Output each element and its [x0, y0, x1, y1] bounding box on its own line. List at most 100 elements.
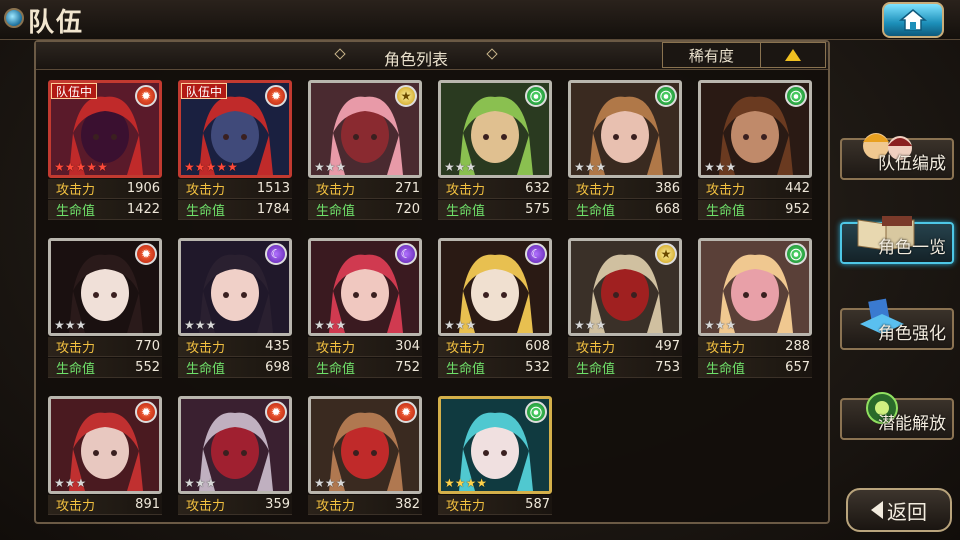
- character-portrait[interactable]: ⦿ ★ ★ ★: [698, 80, 812, 178]
- hp-value: 668: [655, 202, 680, 217]
- star-icon: ★: [584, 318, 596, 332]
- star-icon: ★: [465, 160, 477, 174]
- attack-row: 攻击力 1906: [48, 179, 162, 199]
- star-icon: ★: [335, 160, 347, 174]
- character-portrait[interactable]: ✹ 队伍中 ★ ★ ★ ★ ★: [48, 80, 162, 178]
- attack-label: 攻击力: [576, 341, 616, 356]
- character-list-button[interactable]: 角色一览: [840, 216, 954, 264]
- character-card[interactable]: ✹ ★ ★ ★ 攻击力 359: [178, 396, 292, 515]
- rarity-stars: ★ ★ ★ ★: [444, 477, 487, 489]
- fire-element-icon: ✹: [395, 401, 417, 423]
- attack-value: 304: [395, 339, 420, 354]
- character-card[interactable]: ★ ★ ★ ★ 攻击力 271 生命值 720: [308, 80, 422, 220]
- hp-row: 生命值 575: [438, 200, 552, 220]
- sort-dropdown[interactable]: 稀有度: [662, 42, 826, 68]
- hp-label: 生命值: [706, 362, 746, 377]
- wind-element-icon: ⦿: [785, 243, 807, 265]
- hp-value: 1422: [126, 202, 160, 217]
- character-portrait[interactable]: ⦿ ★ ★ ★: [698, 238, 812, 336]
- character-card[interactable]: ✹ ★ ★ ★ 攻击力 891: [48, 396, 162, 515]
- fire-element-icon: ✹: [265, 401, 287, 423]
- fire-element-icon: ✹: [135, 401, 157, 423]
- attack-row: 攻击力 770: [48, 337, 162, 357]
- panel-header: 角色列表 稀有度: [36, 42, 828, 70]
- character-card[interactable]: ☾ ★ ★ ★ 攻击力 435 生命值 698: [178, 238, 292, 378]
- character-portrait[interactable]: ⦿ ★ ★ ★: [438, 80, 552, 178]
- hp-row: 生命值 753: [568, 358, 682, 378]
- team-edit-button[interactable]: 队伍编成: [840, 133, 954, 180]
- star-icon: ★: [75, 160, 87, 174]
- character-card[interactable]: ✹ 队伍中 ★ ★ ★ ★ ★ 攻击力 1906 生命值 1422: [48, 80, 162, 220]
- attack-label: 攻击力: [56, 499, 96, 514]
- character-card[interactable]: ⦿ ★ ★ ★ 攻击力 386 生命值 668: [568, 80, 682, 220]
- star-icon: ★: [227, 160, 238, 174]
- character-portrait[interactable]: ⦿ ★ ★ ★ ★: [438, 396, 552, 494]
- character-portrait[interactable]: ★ ★ ★ ★: [568, 238, 682, 336]
- character-card[interactable]: ⦿ ★ ★ ★ ★ 攻击力 587: [438, 396, 552, 515]
- star-icon: ★: [465, 318, 477, 332]
- character-card[interactable]: ☾ ★ ★ ★ 攻击力 608 生命值 532: [438, 238, 552, 378]
- rarity-stars: ★ ★ ★: [314, 319, 346, 331]
- character-card[interactable]: ✹ 队伍中 ★ ★ ★ ★ ★ 攻击力 1513 生命值 1784: [178, 80, 292, 220]
- character-card[interactable]: ✹ ★ ★ ★ 攻击力 382: [308, 396, 422, 515]
- character-card[interactable]: ★ ★ ★ ★ 攻击力 497 生命值 753: [568, 238, 682, 378]
- attack-label: 攻击力: [316, 499, 356, 514]
- star-icon: ★: [194, 318, 206, 332]
- character-portrait[interactable]: ★ ★ ★ ★: [308, 80, 422, 178]
- back-button[interactable]: 返回: [846, 488, 952, 532]
- rarity-stars: ★ ★ ★ ★ ★: [54, 161, 108, 173]
- character-card[interactable]: ✹ ★ ★ ★ 攻击力 770 生命值 552: [48, 238, 162, 378]
- potential-release-button[interactable]: 潜能解放: [840, 392, 954, 440]
- attack-row: 攻击力 608: [438, 337, 552, 357]
- character-enhance-button[interactable]: 角色强化: [840, 298, 954, 350]
- character-portrait[interactable]: ✹ ★ ★ ★: [178, 396, 292, 494]
- character-card[interactable]: ⦿ ★ ★ ★ 攻击力 288 生命值 657: [698, 238, 812, 378]
- character-portrait[interactable]: ⦿ ★ ★ ★: [568, 80, 682, 178]
- attack-row: 攻击力 497: [568, 337, 682, 357]
- star-icon: ★: [314, 476, 325, 490]
- hp-value: 752: [395, 360, 420, 375]
- star-icon: ★: [184, 476, 195, 490]
- rarity-stars: ★ ★ ★: [314, 161, 346, 173]
- star-icon: ★: [476, 476, 488, 490]
- hp-label: 生命值: [316, 362, 356, 377]
- character-portrait[interactable]: ✹ 队伍中 ★ ★ ★ ★ ★: [178, 80, 292, 178]
- star-icon: ★: [465, 476, 477, 490]
- star-icon: ★: [75, 476, 87, 490]
- star-icon: ★: [335, 318, 347, 332]
- character-portrait[interactable]: ☾ ★ ★ ★: [178, 238, 292, 336]
- attack-label: 攻击力: [56, 341, 96, 356]
- back-arrow-icon: [871, 501, 883, 519]
- hp-label: 生命值: [186, 204, 226, 219]
- character-portrait[interactable]: ✹ ★ ★ ★: [48, 396, 162, 494]
- attack-value: 359: [265, 497, 290, 512]
- star-icon: ★: [314, 160, 325, 174]
- back-label: 返回: [887, 499, 927, 524]
- character-portrait[interactable]: ☾ ★ ★ ★: [308, 238, 422, 336]
- home-button[interactable]: [882, 2, 944, 38]
- hp-value: 657: [785, 360, 810, 375]
- character-card[interactable]: ⦿ ★ ★ ★ 攻击力 442 生命值 952: [698, 80, 812, 220]
- fire-element-icon: ✹: [265, 85, 287, 107]
- attack-value: 442: [785, 181, 810, 196]
- hp-label: 生命值: [56, 204, 96, 219]
- attack-row: 攻击力 442: [698, 179, 812, 199]
- hp-label: 生命值: [446, 362, 486, 377]
- star-icon: ★: [574, 318, 585, 332]
- hp-value: 575: [525, 202, 550, 217]
- character-card[interactable]: ☾ ★ ★ ★ 攻击力 304 生命值 752: [308, 238, 422, 378]
- light-element-icon: ★: [655, 243, 677, 265]
- character-card[interactable]: ⦿ ★ ★ ★ 攻击力 632 生命值 575: [438, 80, 552, 220]
- character-portrait[interactable]: ☾ ★ ★ ★: [438, 238, 552, 336]
- character-portrait[interactable]: ✹ ★ ★ ★: [308, 396, 422, 494]
- rarity-stars: ★ ★ ★: [704, 161, 736, 173]
- hp-row: 生命值 698: [178, 358, 292, 378]
- star-icon: ★: [194, 160, 206, 174]
- hp-value: 532: [525, 360, 550, 375]
- star-icon: ★: [97, 160, 108, 174]
- attack-row: 攻击力 271: [308, 179, 422, 199]
- attack-row: 攻击力 1513: [178, 179, 292, 199]
- sort-order-button[interactable]: [759, 43, 825, 67]
- hp-row: 生命值 952: [698, 200, 812, 220]
- character-portrait[interactable]: ✹ ★ ★ ★: [48, 238, 162, 336]
